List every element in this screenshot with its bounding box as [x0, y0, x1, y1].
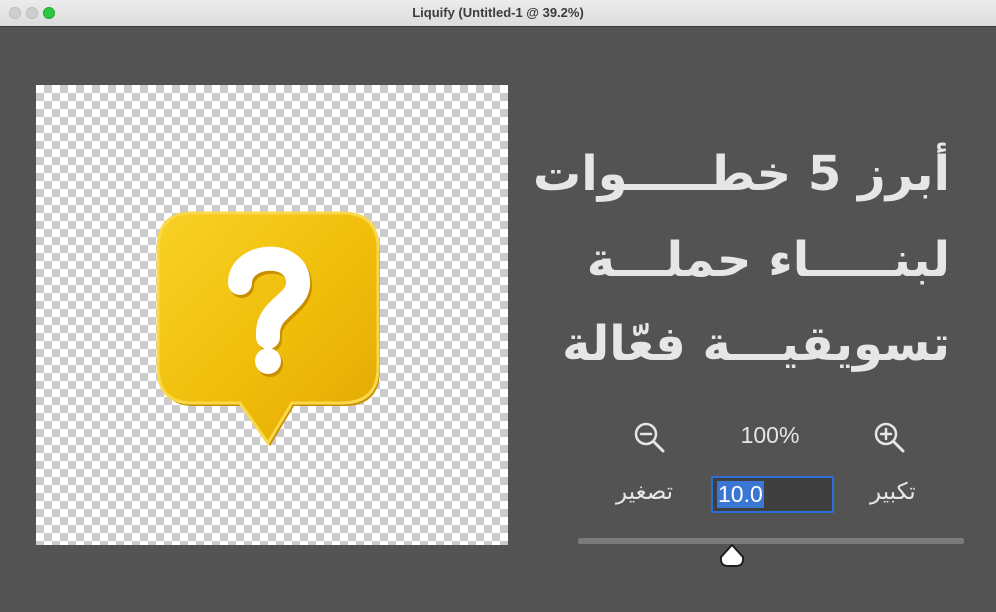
slider-thumb-icon[interactable]	[718, 543, 746, 569]
window-title: Liquify (Untitled-1 @ 39.2%)	[412, 5, 584, 20]
zoom-value-input[interactable]: 10.0	[711, 476, 834, 513]
zoom-in-icon	[874, 422, 905, 453]
zoom-percentage: 100%	[740, 422, 800, 448]
headline-line-3: تسويقيـــة فعّالة	[562, 316, 950, 372]
headline-line-2: لبنـــــاء حملـــة	[586, 232, 950, 288]
zoom-out-icon	[634, 422, 665, 453]
headline-line-1: أبرز 5 خطـــــوات	[533, 146, 950, 202]
zoom-value-text: 10.0	[717, 481, 764, 508]
zoom-out-label: تصغير	[616, 479, 674, 505]
zoom-in-button[interactable]	[872, 420, 906, 454]
image-canvas[interactable]	[36, 85, 508, 545]
zoom-in-label: تكبير	[870, 479, 916, 505]
window-titlebar: Liquify (Untitled-1 @ 39.2%)	[0, 0, 996, 27]
zoom-slider-track[interactable]	[578, 538, 964, 544]
zoom-out-button[interactable]	[632, 420, 666, 454]
question-bubble-icon	[156, 211, 380, 446]
